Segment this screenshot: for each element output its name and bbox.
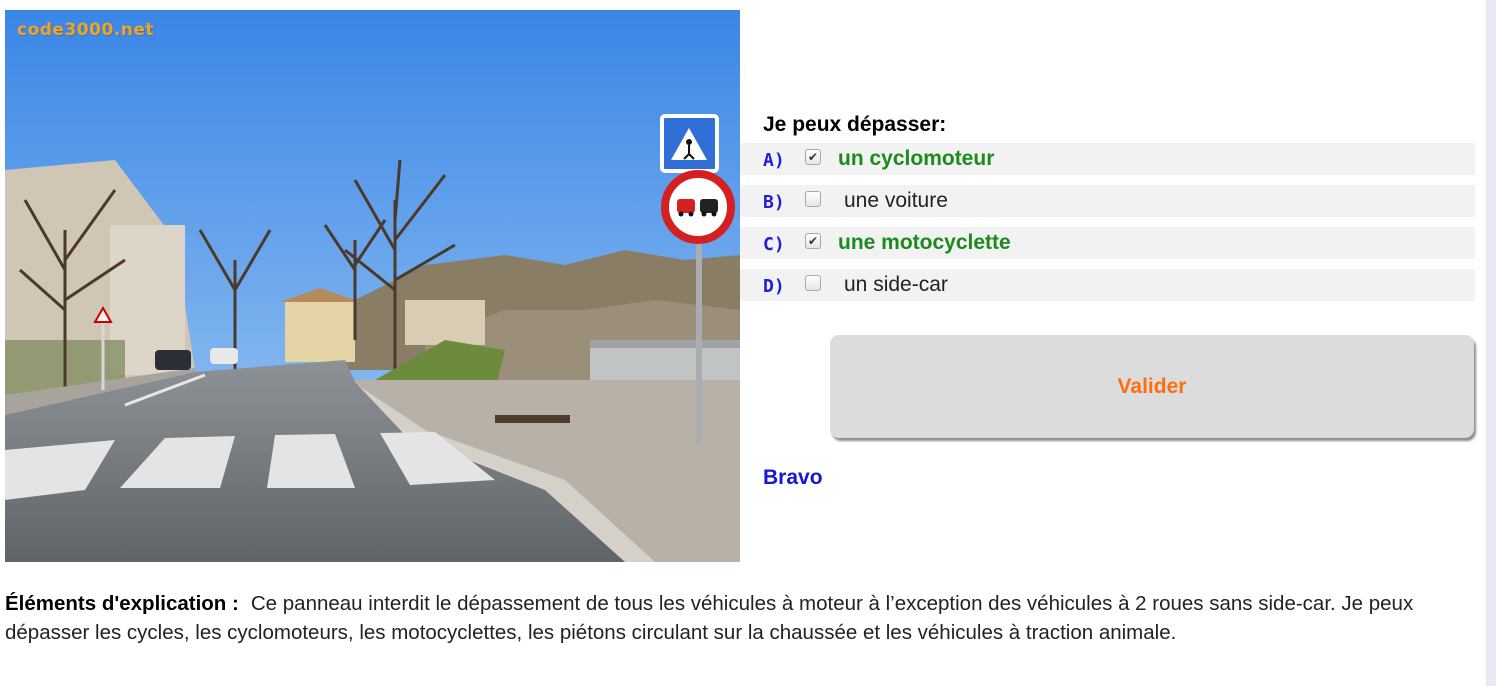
answer-letter: C) bbox=[763, 234, 785, 255]
question-photo: code3000.net bbox=[5, 10, 740, 562]
answer-label: une voiture bbox=[844, 189, 948, 212]
answer-checkbox-b[interactable] bbox=[805, 191, 821, 207]
explanation-block: Éléments d'explication : Ce panneau inter… bbox=[5, 589, 1455, 647]
answer-option-c[interactable]: C) ✔ une motocyclette bbox=[740, 227, 1475, 259]
photo-watermark: code3000.net bbox=[17, 20, 154, 40]
answer-checkbox-c[interactable]: ✔ bbox=[805, 233, 821, 249]
no-overtaking-sign-icon bbox=[661, 170, 735, 244]
check-mark-icon: ✔ bbox=[807, 150, 819, 164]
feedback-message: Bravo bbox=[763, 466, 823, 489]
answer-list: A) ✔ un cyclomoteur B) une voiture C) ✔ … bbox=[740, 143, 1475, 311]
answer-label: un side-car bbox=[844, 273, 948, 296]
road-scene-illustration bbox=[5, 10, 740, 562]
answer-checkbox-a[interactable]: ✔ bbox=[805, 149, 821, 165]
answer-letter: D) bbox=[763, 276, 785, 297]
answer-label: une motocyclette bbox=[838, 231, 1011, 254]
page-right-edge bbox=[1486, 0, 1496, 686]
answer-option-b[interactable]: B) une voiture bbox=[740, 185, 1475, 217]
answer-letter: A) bbox=[763, 150, 785, 171]
explanation-label: Éléments d'explication : bbox=[5, 592, 239, 615]
answer-label: un cyclomoteur bbox=[838, 147, 995, 170]
answer-letter: B) bbox=[763, 192, 785, 213]
validate-button[interactable]: Valider bbox=[830, 335, 1474, 438]
question-text: Je peux dépasser: bbox=[763, 113, 947, 136]
answer-option-d[interactable]: D) un side-car bbox=[740, 269, 1475, 301]
pedestrian-crossing-sign-icon bbox=[660, 114, 719, 173]
answer-checkbox-d[interactable] bbox=[805, 275, 821, 291]
answer-option-a[interactable]: A) ✔ un cyclomoteur bbox=[740, 143, 1475, 175]
check-mark-icon: ✔ bbox=[807, 234, 819, 248]
